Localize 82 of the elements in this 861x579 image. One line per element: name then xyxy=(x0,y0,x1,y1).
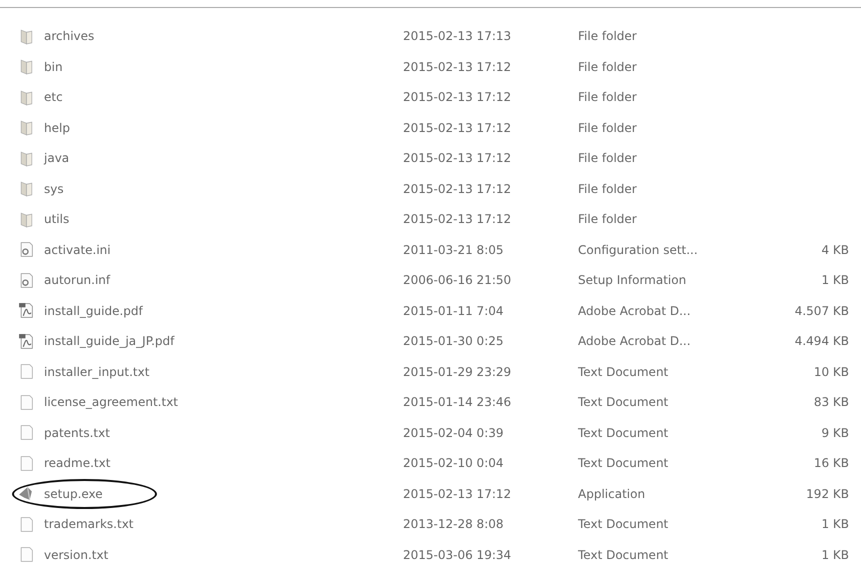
file-name[interactable]: utils xyxy=(44,212,70,226)
settings-file-icon xyxy=(18,272,35,289)
date-modified: 2015-02-04 0:39 xyxy=(403,426,504,440)
settings-file-icon xyxy=(18,241,35,258)
file-type: Adobe Acrobat D... xyxy=(578,334,692,348)
file-name[interactable]: setup.exe xyxy=(44,486,103,501)
file-type: Configuration sett... xyxy=(578,242,699,257)
file-type: Setup Information xyxy=(578,273,688,288)
file-name[interactable]: etc xyxy=(44,90,63,104)
date-modified: 2015-02-13 17:12 xyxy=(403,486,512,501)
file-size: 83 KB xyxy=(812,395,849,410)
pdf-file-icon xyxy=(18,302,35,320)
folder-icon xyxy=(18,119,35,136)
date-modified: 2011-03-21 8:05 xyxy=(403,242,504,257)
file-type: Application xyxy=(578,486,646,501)
file-type: Text Document xyxy=(578,517,670,532)
file-name[interactable]: activate.ini xyxy=(44,242,111,257)
date-modified: 2015-02-13 17:12 xyxy=(403,120,512,135)
date-modified: 2013-12-28 8:08 xyxy=(403,517,504,532)
file-type: File folder xyxy=(578,90,638,104)
date-modified: 2015-02-13 17:12 xyxy=(403,60,512,74)
folder-icon xyxy=(18,88,35,106)
file-name[interactable]: help xyxy=(44,120,70,135)
file-type: Text Document xyxy=(578,426,670,440)
file-name[interactable]: readme.txt xyxy=(44,456,110,470)
file-type: Text Document xyxy=(578,364,670,379)
file-type: File folder xyxy=(578,151,638,166)
date-modified: 2015-02-10 0:04 xyxy=(403,456,504,470)
pdf-file-icon xyxy=(18,332,35,350)
file-type: Text Document xyxy=(578,548,670,562)
date-modified: 2015-01-29 23:29 xyxy=(403,364,512,379)
date-modified: 2015-02-13 17:12 xyxy=(403,151,512,166)
text-file-icon xyxy=(18,516,35,533)
file-name[interactable]: patents.txt xyxy=(44,426,110,440)
file-type: Text Document xyxy=(578,456,670,470)
folder-icon xyxy=(18,180,35,198)
file-type: Adobe Acrobat D... xyxy=(578,304,692,318)
file-name[interactable]: autorun.inf xyxy=(44,273,110,288)
file-type: File folder xyxy=(578,29,638,44)
file-size: 4.507 KB xyxy=(794,304,849,318)
file-name[interactable]: trademarks.txt xyxy=(44,517,134,532)
file-type: Text Document xyxy=(578,395,670,410)
date-modified: 2015-03-06 19:34 xyxy=(403,548,512,562)
file-size: 4.494 KB xyxy=(794,334,849,348)
folder-icon xyxy=(18,28,35,45)
file-type: File folder xyxy=(578,212,638,226)
file-size: 16 KB xyxy=(812,456,849,470)
file-name[interactable]: bin xyxy=(44,60,63,74)
file-name[interactable]: install_guide.pdf xyxy=(44,304,143,318)
date-modified: 2015-01-14 23:46 xyxy=(403,395,512,410)
text-file-icon xyxy=(18,394,35,411)
date-modified: 2015-02-13 17:12 xyxy=(403,90,512,104)
date-modified: 2015-01-11 7:04 xyxy=(403,304,504,318)
date-modified: 2006-06-16 21:50 xyxy=(403,273,512,288)
file-size: 10 KB xyxy=(812,364,849,379)
file-size: 192 KB xyxy=(805,486,849,501)
date-modified: 2015-02-13 17:12 xyxy=(403,182,512,196)
text-file-icon xyxy=(18,363,35,380)
file-name[interactable]: archives xyxy=(44,29,94,44)
text-file-icon xyxy=(18,424,35,442)
file-name[interactable]: sys xyxy=(44,182,64,196)
file-type: File folder xyxy=(578,60,638,74)
file-type: File folder xyxy=(578,182,638,196)
file-size: 1 KB xyxy=(820,548,849,562)
text-file-icon xyxy=(18,454,35,472)
date-modified: 2015-01-30 0:25 xyxy=(403,334,504,348)
file-size: 1 KB xyxy=(820,517,849,532)
file-name[interactable]: install_guide_ja_JP.pdf xyxy=(44,334,174,348)
file-type: File folder xyxy=(578,120,638,135)
file-name[interactable]: version.txt xyxy=(44,548,108,562)
folder-icon xyxy=(18,210,35,228)
date-modified: 2015-02-13 17:12 xyxy=(403,212,512,226)
text-file-icon xyxy=(18,546,35,564)
file-size: 9 KB xyxy=(820,426,849,440)
folder-icon xyxy=(18,58,35,76)
file-size: 1 KB xyxy=(820,273,849,288)
file-name[interactable]: license_agreement.txt xyxy=(44,395,178,410)
file-name[interactable]: installer_input.txt xyxy=(44,364,150,379)
file-size: 4 KB xyxy=(820,242,849,257)
folder-icon xyxy=(18,150,35,167)
file-name[interactable]: java xyxy=(44,151,70,166)
date-modified: 2015-02-13 17:13 xyxy=(403,29,512,44)
